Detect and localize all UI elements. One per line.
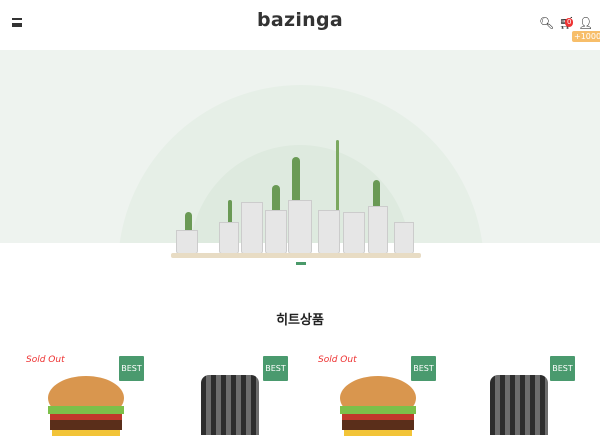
- product-card[interactable]: BEST: [438, 350, 584, 435]
- header: bazinga 🔍︎ 🛒︎ 0 👤︎ +1000: [0, 0, 600, 48]
- points-badge: +1000: [572, 31, 600, 42]
- product-card[interactable]: Sold Out BEST: [292, 350, 438, 436]
- product-card[interactable]: BEST: [146, 350, 292, 435]
- product-image[interactable]: [490, 375, 548, 435]
- carousel-indicator[interactable]: [296, 262, 306, 265]
- sold-out-label: Sold Out: [318, 355, 357, 365]
- section-title: 히트상품: [276, 313, 324, 328]
- best-badge: BEST: [550, 356, 575, 381]
- product-image[interactable]: [201, 375, 259, 435]
- product-card[interactable]: Sold Out BEST: [0, 350, 146, 436]
- search-icon[interactable]: 🔍︎: [539, 16, 554, 30]
- product-image[interactable]: [338, 376, 418, 436]
- sold-out-label: Sold Out: [26, 355, 65, 365]
- logo[interactable]: bazinga: [0, 9, 600, 31]
- user-icon[interactable]: 👤︎: [578, 16, 593, 30]
- best-badge: BEST: [263, 356, 288, 381]
- product-image[interactable]: [46, 376, 126, 436]
